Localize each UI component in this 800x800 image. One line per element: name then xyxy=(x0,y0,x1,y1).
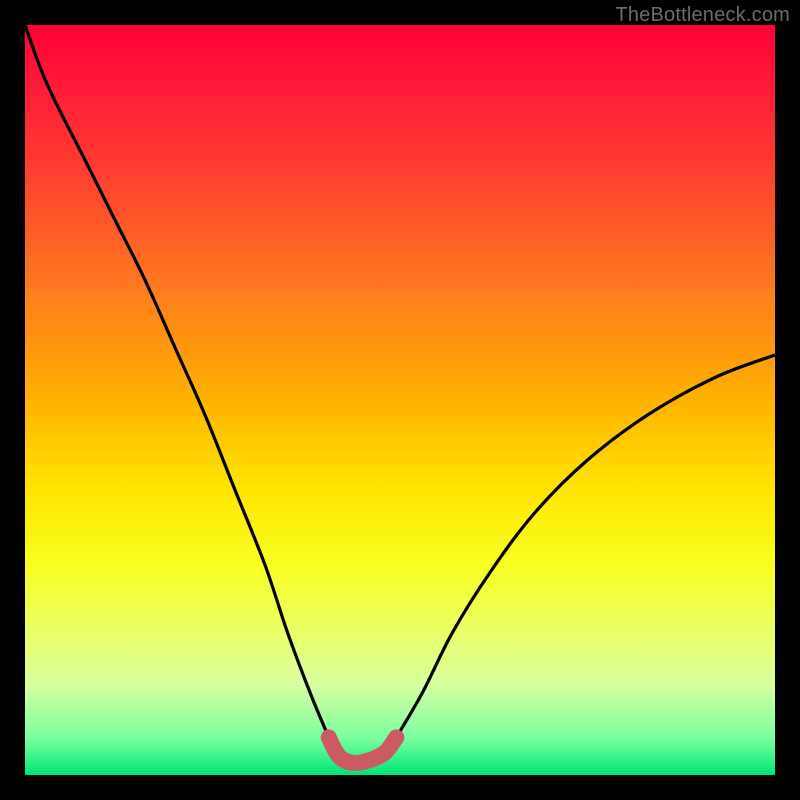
chart-frame: TheBottleneck.com xyxy=(0,0,800,800)
curve-valley-pink xyxy=(329,738,397,764)
curve-layer xyxy=(25,25,775,775)
valley-dot-left xyxy=(321,730,337,746)
curve-left-black xyxy=(25,25,329,738)
watermark-text: TheBottleneck.com xyxy=(615,4,790,27)
valley-dot-right xyxy=(388,730,404,746)
curve-right-black xyxy=(396,355,775,738)
plot-area xyxy=(25,25,775,775)
